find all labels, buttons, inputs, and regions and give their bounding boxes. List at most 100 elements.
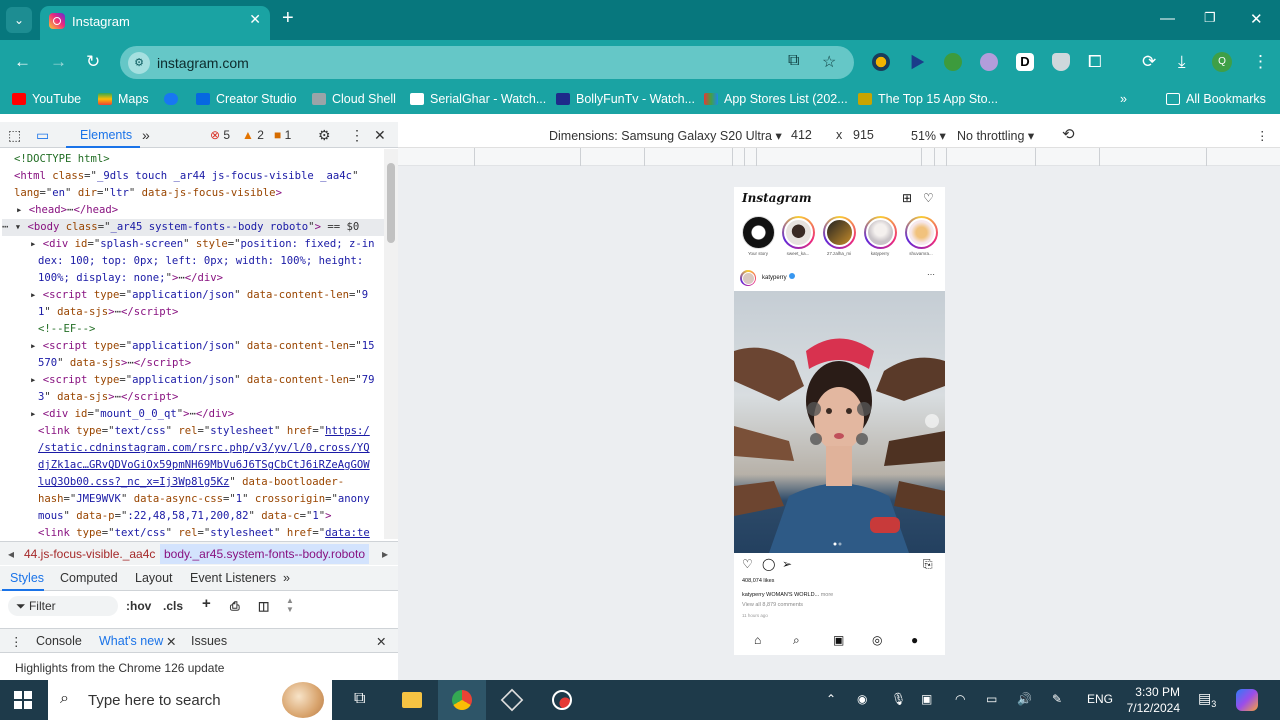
close-devtools-icon[interactable]: ✕ xyxy=(374,127,386,144)
bookmark-creator-studio[interactable]: Creator Studio xyxy=(196,92,297,106)
reels-icon[interactable]: ▣ xyxy=(833,633,844,647)
restore-icon[interactable]: ❐ xyxy=(1204,10,1216,26)
extensions-puzzle-icon[interactable]: ⧠ xyxy=(1088,52,1102,72)
hover-state-toggle[interactable]: :hov xyxy=(126,599,151,613)
back-arrow-icon[interactable]: ← xyxy=(14,52,31,72)
post-image[interactable] xyxy=(734,291,945,553)
download-icon[interactable]: ⤓ xyxy=(1178,52,1186,72)
bookmark-maps[interactable]: Maps xyxy=(98,92,149,106)
extension-cloud-icon[interactable] xyxy=(980,53,998,71)
cube-app-icon[interactable] xyxy=(488,680,536,720)
post-username[interactable]: katyperry xyxy=(762,273,795,281)
dom-line[interactable]: 570" data-sjs>⋯</script> xyxy=(38,355,191,372)
tab-console[interactable]: Console xyxy=(36,634,82,648)
tab-elements[interactable]: Elements xyxy=(80,128,132,142)
extension-play-icon[interactable] xyxy=(911,54,925,70)
install-app-icon[interactable]: ⧉ xyxy=(788,52,799,70)
breadcrumb-html[interactable]: 44.js-focus-visible._aa4c xyxy=(24,547,155,561)
story-zalha-mi[interactable] xyxy=(823,216,856,249)
dom-line[interactable]: ▸ <div id="splash-screen" style="positio… xyxy=(30,236,374,253)
device-width-input[interactable]: 412 xyxy=(791,128,812,142)
styles-filter-input[interactable]: ⏷ Filter xyxy=(8,596,118,616)
comment-icon[interactable]: ◯ xyxy=(762,557,775,571)
dom-line[interactable]: ▸ <head>⋯</head> xyxy=(16,202,118,219)
notification-icon[interactable]: ▤3 xyxy=(1198,690,1216,709)
site-info-icon[interactable]: ⚙ xyxy=(128,52,150,74)
dom-scrollbar[interactable] xyxy=(384,149,398,539)
file-explorer-icon[interactable] xyxy=(388,680,436,720)
chrome-taskbar-icon[interactable] xyxy=(438,680,486,720)
heart-icon[interactable]: ♡ xyxy=(923,191,934,205)
close-drawer-icon[interactable]: ✕ xyxy=(376,634,386,649)
dom-line[interactable]: /static.cdninstagram.com/rsrc.php/v3/yv/… xyxy=(38,440,370,457)
settings-gear-icon[interactable]: ⚙ xyxy=(318,127,331,144)
pen-icon[interactable]: ✎ xyxy=(1052,692,1062,706)
class-toggle[interactable]: .cls xyxy=(163,599,183,613)
search-icon[interactable]: ⌕ xyxy=(793,633,800,648)
bookmark-facebook[interactable] xyxy=(164,92,184,106)
view-comments-link[interactable]: View all 8,879 comments xyxy=(742,602,803,608)
close-whats-new-icon[interactable]: ✕ xyxy=(166,634,176,649)
tab-event-listeners[interactable]: Event Listeners xyxy=(190,571,276,585)
error-count[interactable]: ⊗ 5 xyxy=(210,128,230,142)
tray-app-icon[interactable]: ◉ xyxy=(857,692,867,706)
show-hidden-icons-chevron-icon[interactable]: ⌃ xyxy=(826,692,836,706)
reload-icon[interactable]: ↻ xyxy=(86,52,100,72)
performance-icon[interactable]: ⟳ xyxy=(1142,52,1156,72)
likes-count[interactable]: 408,074 likes xyxy=(742,578,774,584)
dom-line[interactable]: mous" data-p=":22,48,58,71,200,82" data-… xyxy=(38,508,332,525)
bookmark-cloud-shell[interactable]: Cloud Shell xyxy=(312,92,396,106)
dom-line[interactable]: dex: 100; top: 0px; left: 0px; width: 10… xyxy=(38,253,363,270)
post-options-icon[interactable]: ⋯ xyxy=(927,270,935,279)
all-bookmarks-folder[interactable]: All Bookmarks xyxy=(1166,92,1266,106)
microphone-icon[interactable]: 🎙 xyxy=(891,692,906,706)
profile-avatar[interactable]: Q xyxy=(1212,52,1232,72)
dom-tree[interactable]: <!DOCTYPE html> <html class="_9dls touch… xyxy=(0,149,384,539)
share-icon[interactable]: ➢ xyxy=(782,557,792,571)
tab-whats-new[interactable]: What's new xyxy=(99,634,163,648)
tab-layout[interactable]: Layout xyxy=(135,571,173,585)
task-view-icon[interactable]: ⧉ xyxy=(338,680,386,720)
minimize-icon[interactable]: — xyxy=(1160,10,1175,27)
volume-icon[interactable]: 🔊 xyxy=(1017,692,1032,706)
dom-line[interactable]: ▸ <script type="application/json" data-c… xyxy=(30,287,368,304)
zoom-select[interactable]: 51% ▾ xyxy=(911,128,946,143)
breadcrumb-body[interactable]: body._ar45.system-fonts--body.roboto xyxy=(160,544,369,564)
recorder-icon[interactable] xyxy=(538,680,586,720)
windows-start-icon[interactable] xyxy=(14,691,32,709)
copilot-icon[interactable] xyxy=(1236,689,1258,711)
wifi-icon[interactable]: ◠ xyxy=(955,692,965,706)
drawer-menu-icon[interactable]: ⋮ xyxy=(10,634,23,649)
dom-line[interactable]: ▸ <div id="mount_0_0_qt">⋯</div> xyxy=(30,406,234,423)
dom-line[interactable]: ▸ <script type="application/json" data-c… xyxy=(30,372,375,389)
dom-line[interactable]: 1" data-sjs>⋯</script> xyxy=(38,304,178,321)
messenger-icon[interactable]: ◎ xyxy=(872,633,882,647)
close-tab-icon[interactable]: ✕ xyxy=(249,11,261,28)
instagram-logo[interactable]: Instagram xyxy=(742,191,812,205)
forward-arrow-icon[interactable]: → xyxy=(50,52,67,72)
bookmark-serialghar[interactable]: SerialGhar - Watch... xyxy=(410,92,546,106)
bookmark-youtube[interactable]: YouTube xyxy=(12,92,81,106)
more-tabs-chevron-icon[interactable]: » xyxy=(283,571,290,585)
dom-line[interactable]: ▸ <script type="application/json" data-c… xyxy=(30,338,375,355)
tab-issues[interactable]: Issues xyxy=(191,634,227,648)
dom-line[interactable]: djZk1ac…GRvQDVoGiOx59pmNH69MbVu6J6TSgCbC… xyxy=(38,457,370,474)
dom-line[interactable]: lang="en" dir="ltr" data-js-focus-visibl… xyxy=(14,185,282,202)
throttling-select[interactable]: No throttling ▾ xyxy=(957,128,1034,143)
taskbar-search-input[interactable]: ⌕ Type here to search xyxy=(48,680,332,720)
more-bookmarks-chevron-icon[interactable]: » xyxy=(1120,92,1127,106)
dom-line[interactable]: hash="JME9WVK" data-async-css="1" crosso… xyxy=(38,491,370,508)
browser-tab-instagram[interactable]: Instagram ✕ xyxy=(40,6,270,40)
scroll-arrows-icon[interactable]: ▲ ▼ xyxy=(286,596,294,614)
dom-line[interactable]: <html class="_9dls touch _ar44 js-focus-… xyxy=(14,168,358,185)
device-select[interactable]: Dimensions: Samsung Galaxy S20 Ultra ▾ xyxy=(549,128,782,143)
close-window-icon[interactable]: ✕ xyxy=(1250,10,1263,28)
device-height-input[interactable]: 915 xyxy=(853,128,874,142)
address-bar[interactable]: ⚙ instagram.com ⧉ ☆ xyxy=(120,46,854,79)
tray-screen-icon[interactable]: ▣ xyxy=(921,692,932,706)
tab-search-button[interactable]: ⌄ xyxy=(6,7,32,33)
dom-line[interactable]: 3" data-sjs>⋯</script> xyxy=(38,389,178,406)
story-sweet-ka[interactable] xyxy=(782,216,815,249)
bookmark-app-stores[interactable]: App Stores List (202... xyxy=(704,92,848,106)
device-toolbar-menu-icon[interactable]: ⋮ xyxy=(1256,128,1269,143)
